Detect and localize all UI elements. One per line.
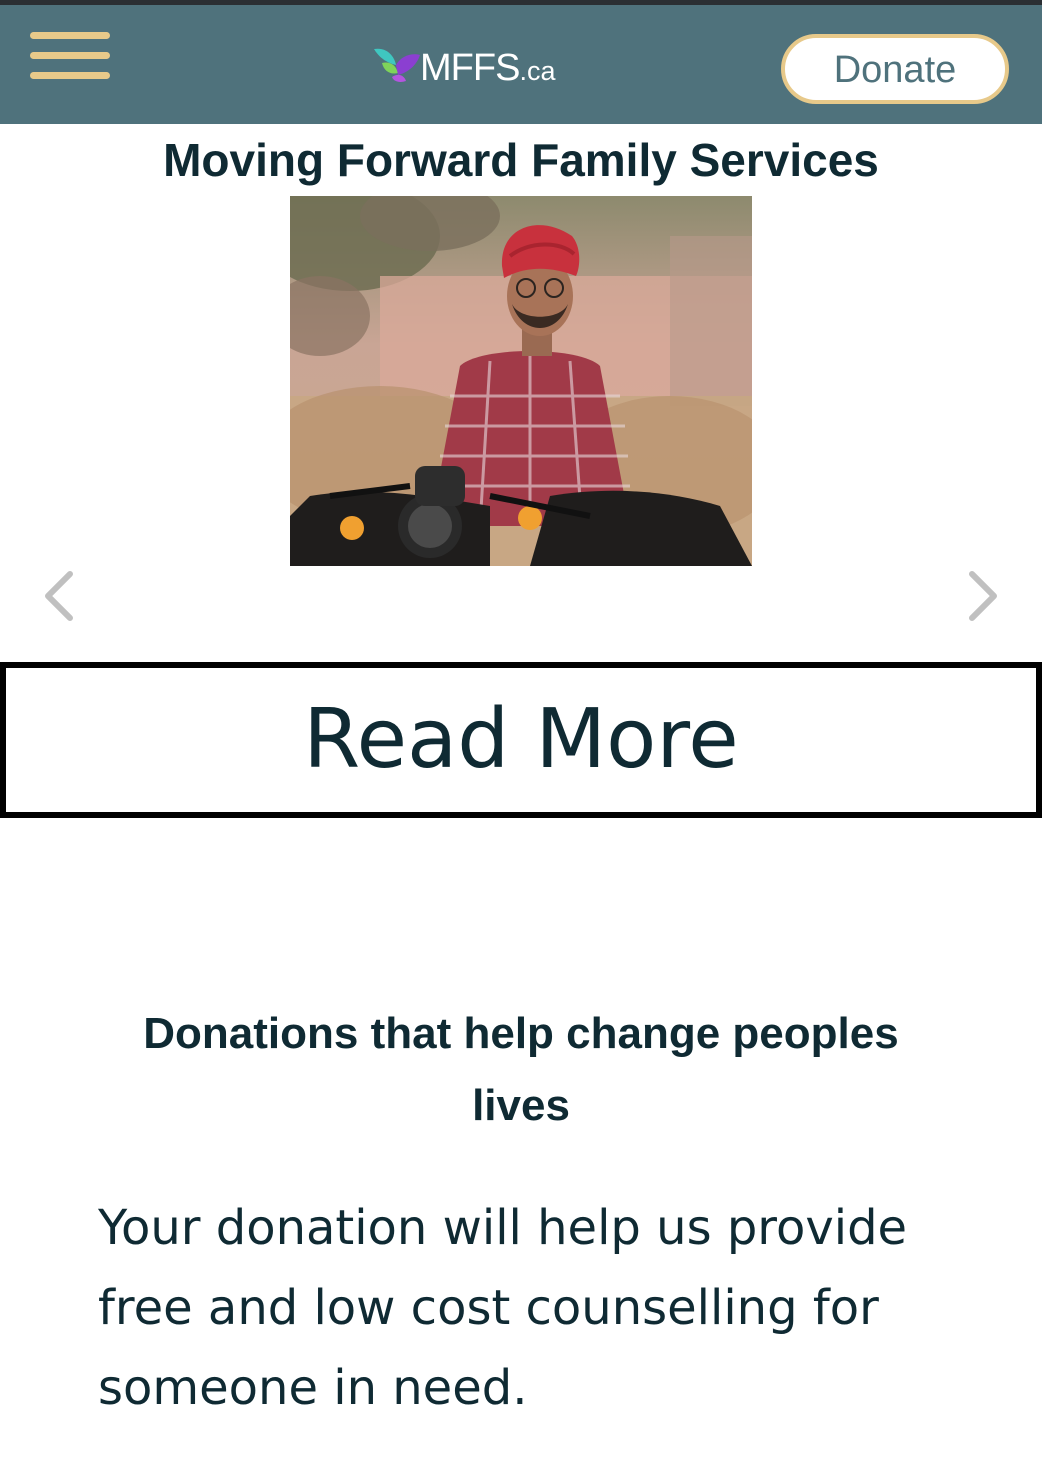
- donations-body: Your donation will help us provide free …: [98, 1200, 908, 1416]
- logo-main: MFFS: [420, 47, 520, 89]
- logo-suffix: .ca: [519, 56, 556, 86]
- site-header: MFFS.ca Donate: [0, 5, 1042, 124]
- menu-bar: [30, 72, 110, 79]
- hamburger-menu-icon[interactable]: [30, 32, 110, 88]
- butterfly-logo-icon: [374, 48, 420, 82]
- menu-bar: [30, 52, 110, 59]
- chevron-left-icon[interactable]: [40, 566, 80, 626]
- chevron-right-icon[interactable]: [962, 566, 1002, 626]
- page-title: Moving Forward Family Services: [163, 134, 879, 186]
- logo-text: MFFS.ca: [420, 43, 555, 96]
- man-with-motorcycle-photo: [290, 196, 752, 566]
- menu-bar: [30, 32, 110, 39]
- read-more-button[interactable]: Read More: [0, 662, 1042, 818]
- site-logo[interactable]: MFFS.ca: [372, 41, 572, 91]
- donate-button[interactable]: Donate: [781, 34, 1009, 104]
- carousel-image: [290, 196, 752, 566]
- donations-heading: Donations that help change peoples lives: [143, 1009, 899, 1130]
